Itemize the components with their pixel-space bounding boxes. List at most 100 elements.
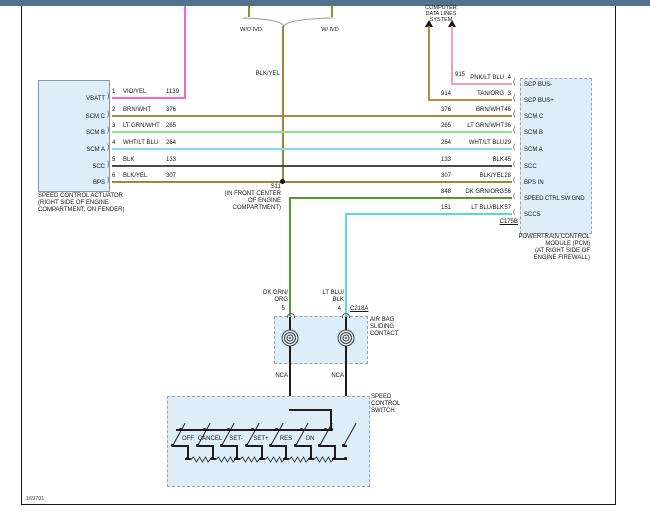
pcm-pin-bracket: (	[513, 209, 516, 216]
pcm-pin-name: SCM C	[524, 114, 544, 120]
pcm-pin-bracket: (	[513, 95, 516, 102]
wire-whtltblu	[112, 148, 512, 150]
switch-label-on: ON	[305, 436, 315, 442]
wire-color-label: TAN/ORG	[477, 91, 504, 97]
pcm-pin-bracket: (	[513, 111, 516, 118]
pcm-connector-id: C175B	[499, 219, 518, 225]
wire-blkyel-row	[112, 181, 512, 183]
pcm-title-3: (AT RIGHT SIDE OF	[534, 248, 590, 254]
wire-dkgrnorg-horizontal	[289, 197, 512, 199]
wire-ltblublk-vertical	[345, 213, 347, 317]
frame-bottom	[21, 504, 616, 505]
circuit-number: 151	[441, 205, 452, 211]
bus-dot	[309, 457, 312, 460]
pcm-pin-name: SCP BUS+	[524, 98, 554, 104]
wire-color-label: WHT/LT BLU	[123, 140, 159, 146]
frame-right	[615, 6, 616, 505]
circuit-number: 264	[166, 140, 177, 146]
wire-color-label: BLK	[123, 157, 135, 163]
circuit-number: 264	[441, 140, 452, 146]
wire-color-label: BRN/WHT	[123, 107, 151, 113]
pcm-pin-name: SPEED CTRL SW GND	[524, 196, 585, 202]
actuator-pin-num: 6	[112, 173, 116, 179]
cdl-line3: SYSTEM	[429, 17, 453, 23]
wire-pnkltblu-vertical	[451, 26, 453, 85]
circuit-number: 265	[166, 123, 177, 129]
wire-ltblublk-horizontal	[345, 213, 512, 215]
pcm-pin-bracket: (	[513, 127, 516, 134]
actuator-pin-name-scc: SCC	[92, 164, 105, 170]
pcm-pin-name: BPS IN	[524, 180, 544, 186]
actuator-pin-num: 5	[112, 157, 116, 163]
wire-blkyel-main-vertical	[282, 26, 284, 183]
splice-loc-2: OF ENGINE	[247, 198, 281, 204]
actuator-pin-num: 3	[112, 123, 116, 129]
airbag-title-2: SLIDING	[370, 324, 395, 330]
actuator-pin-bracket: )	[107, 111, 110, 118]
pcm-pin-name: SCM B	[524, 130, 544, 136]
pcm-pin-name: SCP BUS-	[524, 82, 553, 88]
actuator-pin-bracket: )	[107, 161, 110, 168]
resistor	[239, 456, 260, 463]
wire-color-label: LT GRN/WHT	[123, 123, 160, 129]
actuator-title-2: (RIGHT SIDE OF ENGINE	[38, 200, 109, 206]
splice-loc-3: COMPARTMENT)	[232, 205, 281, 211]
pcm-pin-name: SCM A	[524, 147, 543, 153]
wire-color-label: WHT/LT BLU	[468, 140, 504, 146]
frame-left	[21, 6, 22, 505]
wire-blk	[112, 165, 512, 167]
actuator-pin-name-scm-c: SCM C	[85, 114, 105, 120]
airbag-title-1: AIR BAG	[370, 317, 395, 323]
pcm-title-2: MODULE (PCM)	[545, 241, 590, 247]
top-bar	[0, 0, 650, 6]
resistor	[215, 456, 236, 463]
wire-color-label: LT GRN/WHT	[467, 123, 504, 129]
airbag-pin-left: 5	[281, 306, 285, 312]
nca-label-left: NCA	[275, 373, 288, 379]
actuator-pin-bracket: )	[107, 127, 110, 134]
wire-vioyel-vertical	[184, 6, 186, 99]
wire-dkgrnorg-vertical	[289, 197, 291, 317]
airbag-connector-id: C218A	[350, 306, 369, 312]
splice-loc-1: (IN FRONT CENTER	[224, 191, 281, 197]
bus-dot	[330, 428, 333, 431]
wire-label-dkgrn-2: ORG	[274, 297, 288, 303]
wire-brnwht	[112, 115, 512, 117]
circuit-number: 848	[441, 189, 452, 195]
pcm-pin-bracket: (	[513, 193, 516, 200]
circuit-number: 133	[441, 157, 452, 163]
bus-dot	[333, 457, 336, 460]
wire-blkyel-stub-wo-ivd	[248, 6, 250, 17]
clockspring-coil-left	[281, 329, 299, 347]
bus-dot	[344, 457, 347, 460]
resistor	[264, 456, 285, 463]
clockspring-coil-right	[337, 329, 355, 347]
pcm-title-1: POWERTRAIN CONTROL	[518, 234, 590, 240]
circuit-number: 376	[441, 107, 452, 113]
actuator-pin-name-bps: BPS	[92, 180, 105, 186]
wire-color-label: VIO/YEL	[123, 89, 147, 95]
actuator-pin-num: 1	[112, 89, 116, 95]
circuit-number: 265	[441, 123, 452, 129]
branch-label-right: W/ IVD	[321, 27, 339, 33]
circuit-number: 1139	[166, 89, 179, 95]
pcm-pin-name: SCC	[524, 164, 537, 170]
wire-color-label: BLK/YEL	[123, 173, 148, 179]
wire-tanorg-vertical	[428, 26, 430, 101]
circuit-number: 133	[166, 157, 177, 163]
pcm-pin-name: SCCS	[524, 212, 541, 218]
circuit-number: 376	[166, 107, 177, 113]
actuator-pin-name-scm-b: SCM B	[85, 130, 105, 136]
airbag-pin-right: 4	[337, 306, 341, 312]
wire-color-label: DK GRN/ORG	[465, 189, 504, 195]
pcm-title-4: ENGINE FIREWALL)	[533, 255, 590, 261]
airbag-title-3: CONTACT	[370, 331, 399, 337]
pcm-pin-bracket: (	[513, 144, 516, 151]
bus-dot	[186, 457, 189, 460]
resistor	[313, 456, 334, 463]
wire-ltgrnwht	[112, 131, 512, 133]
switch-title-2: CONTROL	[371, 401, 401, 407]
actuator-pin-bracket: )	[107, 177, 110, 184]
bus-dot	[211, 457, 214, 460]
circuit-number: 915	[455, 72, 466, 78]
